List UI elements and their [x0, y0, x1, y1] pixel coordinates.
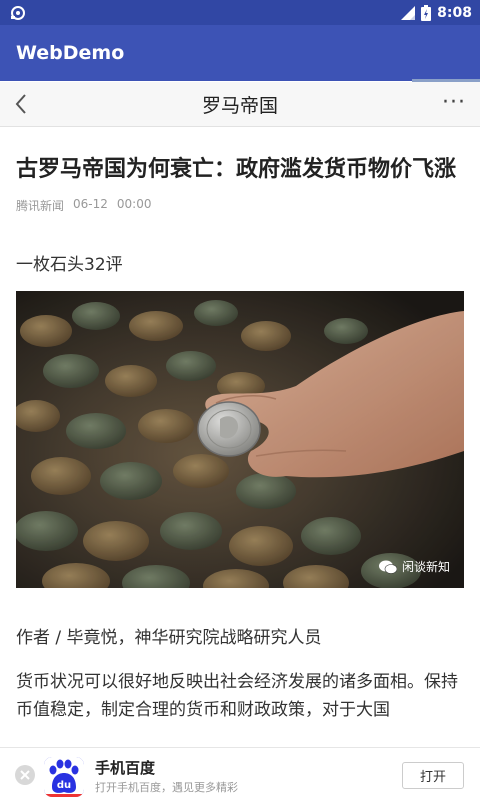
image-watermark: 闲谈新知: [378, 558, 450, 575]
article-time: 00:00: [116, 197, 152, 211]
wechat-icon: [378, 560, 397, 574]
article-image[interactable]: 闲谈新知: [16, 291, 464, 588]
account-name: 一枚石头32评: [16, 255, 123, 275]
article-source: 腾讯新闻: [16, 199, 65, 213]
banner-subtitle: 打开手机百度，遇见更多精彩: [95, 781, 238, 794]
banner-title: 手机百度: [95, 759, 156, 777]
status-time: 8:08: [437, 4, 472, 21]
app-title: WebDemo: [16, 42, 125, 64]
open-app-button[interactable]: 打开: [402, 762, 464, 789]
app-download-banner: du 手机百度 打开手机百度，遇见更多精彩 打开: [0, 747, 480, 800]
web-page-title: 罗马帝国: [201, 94, 278, 117]
article-meta: 腾讯新闻 06-12 00:00: [16, 197, 464, 214]
article-content[interactable]: 古罗马帝国为何衰亡：政府滥发货币物价飞涨 腾讯新闻 06-12 00:00 一枚…: [0, 127, 480, 747]
more-dots-icon[interactable]: ···: [442, 92, 466, 114]
coins-photo: [16, 291, 464, 588]
signal-icon: [401, 5, 416, 20]
app-bar: WebDemo: [0, 25, 480, 81]
watermark-text: 闲谈新知: [401, 560, 450, 574]
chevron-left-icon[interactable]: [10, 92, 34, 116]
status-bar: 8:08: [0, 0, 480, 25]
svg-text:du: du: [57, 780, 71, 791]
close-icon[interactable]: [15, 765, 35, 785]
notification-icon: [11, 5, 25, 20]
article-byline: 作者 / 毕竟悦，神华研究院战略研究人员: [16, 628, 322, 648]
baidu-logo-icon: du: [44, 757, 84, 797]
article-date: 06-12: [73, 197, 108, 211]
article-paragraph: 货币状况可以很好地反映出社会经济发展的诸多面相。保持币值稳定，制定合理的货币和财…: [16, 672, 458, 720]
web-nav-bar: 罗马帝国 ···: [0, 82, 480, 127]
article-headline: 古罗马帝国为何衰亡：政府滥发货币物价飞涨: [16, 157, 457, 182]
battery-icon: [421, 4, 432, 21]
